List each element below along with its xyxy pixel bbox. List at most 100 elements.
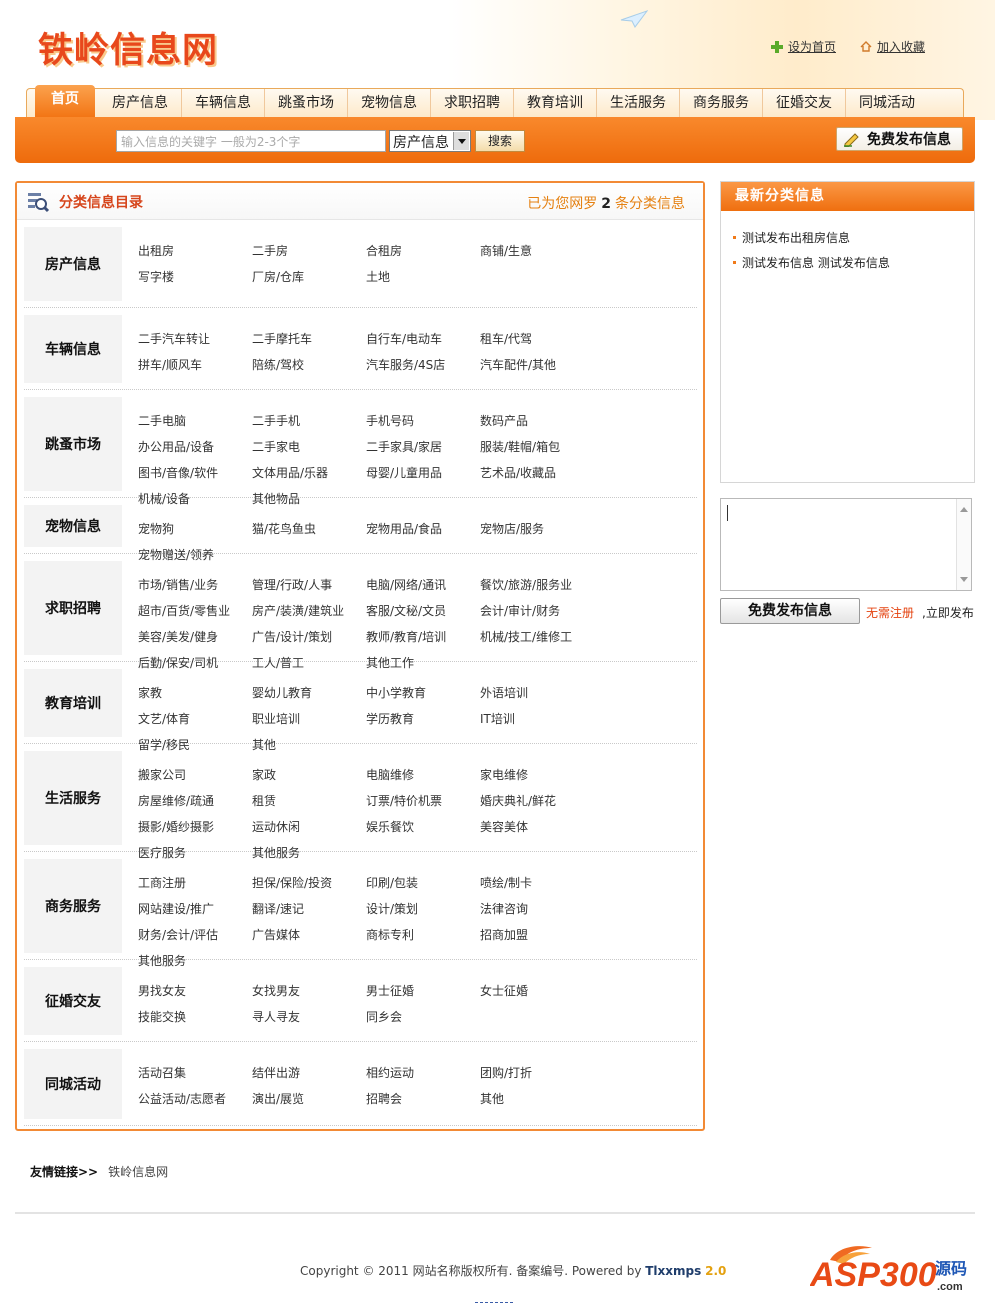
nav-tab-jobs[interactable]: 求职招聘 — [431, 89, 514, 118]
category-link[interactable]: 文艺/体育 — [138, 710, 252, 736]
nav-tab-business[interactable]: 商务服务 — [680, 89, 763, 118]
category-link[interactable]: 招聘会 — [366, 1090, 480, 1116]
category-link[interactable]: 文体用品/乐器 — [252, 464, 366, 490]
category-link[interactable]: 数码产品 — [480, 412, 594, 438]
nav-tab-pet[interactable]: 宠物信息 — [348, 89, 431, 118]
category-link[interactable]: 工商注册 — [138, 874, 252, 900]
category-link[interactable]: 摄影/婚纱摄影 — [138, 818, 252, 844]
category-link[interactable]: 厂房/仓库 — [252, 268, 366, 294]
category-name[interactable]: 求职招聘 — [24, 561, 122, 655]
category-link[interactable]: 商标专利 — [366, 926, 480, 952]
nav-tab-house[interactable]: 房产信息 — [99, 89, 182, 118]
category-link[interactable]: 二手家电 — [252, 438, 366, 464]
category-link[interactable]: 陪练/驾校 — [252, 356, 366, 382]
nav-tab-education[interactable]: 教育培训 — [514, 89, 597, 118]
category-link[interactable]: 演出/展览 — [252, 1090, 366, 1116]
category-link[interactable]: 学历教育 — [366, 710, 480, 736]
category-link[interactable]: IT培训 — [480, 710, 594, 736]
category-link[interactable]: 图书/音像/软件 — [138, 464, 252, 490]
category-link[interactable]: 寻人寻友 — [252, 1008, 366, 1034]
textarea-scrollbar[interactable] — [956, 499, 971, 590]
free-post-button[interactable]: 免费发布信息 — [836, 127, 963, 151]
category-link[interactable]: 宠物店/服务 — [480, 520, 594, 546]
category-link[interactable]: 汽车服务/4S店 — [366, 356, 480, 382]
category-link[interactable]: 超市/百货/零售业 — [138, 602, 252, 628]
category-link[interactable]: 财务/会计/评估 — [138, 926, 252, 952]
powered-by-link[interactable]: Tlxxmps — [645, 1264, 701, 1278]
category-link[interactable]: 汽车配件/其他 — [480, 356, 594, 382]
category-link[interactable]: 结伴出游 — [252, 1064, 366, 1090]
category-link[interactable]: 印刷/包装 — [366, 874, 480, 900]
category-link[interactable]: 办公用品/设备 — [138, 438, 252, 464]
category-link[interactable]: 职业培训 — [252, 710, 366, 736]
category-link[interactable]: 团购/打折 — [480, 1064, 594, 1090]
category-link[interactable]: 拼车/顺风车 — [138, 356, 252, 382]
category-name[interactable]: 跳蚤市场 — [24, 397, 122, 491]
latest-info-item[interactable]: 测试发布信息 测试发布信息 — [733, 250, 974, 275]
category-link[interactable]: 网站建设/推广 — [138, 900, 252, 926]
category-link[interactable]: 教师/教育/培训 — [366, 628, 480, 654]
nav-tab-vehicle[interactable]: 车辆信息 — [182, 89, 265, 118]
latest-info-item[interactable]: 测试发布出租房信息 — [733, 225, 974, 250]
category-link[interactable]: 订票/特价机票 — [366, 792, 480, 818]
category-link[interactable]: 法律咨询 — [480, 900, 594, 926]
category-link[interactable]: 搬家公司 — [138, 766, 252, 792]
footer-stats-link[interactable] — [475, 1302, 513, 1303]
category-link[interactable]: 婚庆典礼/鲜花 — [480, 792, 594, 818]
category-link[interactable]: 出租房 — [138, 242, 252, 268]
category-link[interactable]: 二手摩托车 — [252, 330, 366, 356]
search-category-select[interactable]: 房产信息 — [389, 130, 471, 152]
category-link[interactable]: 管理/行政/人事 — [252, 576, 366, 602]
category-link[interactable]: 二手房 — [252, 242, 366, 268]
nav-tab-home[interactable]: 首页 — [35, 85, 95, 118]
category-link[interactable]: 二手手机 — [252, 412, 366, 438]
category-link[interactable]: 服装/鞋帽/箱包 — [480, 438, 594, 464]
scroll-up-icon[interactable] — [960, 503, 968, 512]
category-link[interactable]: 娱乐餐饮 — [366, 818, 480, 844]
category-link[interactable]: 租车/代驾 — [480, 330, 594, 356]
category-link[interactable]: 活动召集 — [138, 1064, 252, 1090]
friend-link[interactable]: 铁岭信息网 — [108, 1163, 168, 1180]
category-link[interactable]: 外语培训 — [480, 684, 594, 710]
category-link[interactable]: 公益活动/志愿者 — [138, 1090, 252, 1116]
category-link[interactable]: 商铺/生意 — [480, 242, 594, 268]
category-link[interactable]: 客服/文秘/文员 — [366, 602, 480, 628]
nav-tab-flea-market[interactable]: 跳蚤市场 — [265, 89, 348, 118]
quick-post-textarea[interactable] — [720, 498, 972, 591]
category-link[interactable]: 同乡会 — [366, 1008, 480, 1034]
category-link[interactable]: 家教 — [138, 684, 252, 710]
category-link[interactable]: 二手家具/家居 — [366, 438, 480, 464]
category-link[interactable]: 美容/美发/健身 — [138, 628, 252, 654]
category-link[interactable]: 合租房 — [366, 242, 480, 268]
category-link[interactable]: 自行车/电动车 — [366, 330, 480, 356]
category-link[interactable]: 相约运动 — [366, 1064, 480, 1090]
category-link[interactable]: 租赁 — [252, 792, 366, 818]
add-favorite-link[interactable]: 加入收藏 — [860, 38, 925, 55]
quick-post-button[interactable]: 免费发布信息 — [720, 598, 860, 624]
category-link[interactable]: 土地 — [366, 268, 480, 294]
category-link[interactable]: 中小学教育 — [366, 684, 480, 710]
category-name[interactable]: 同城活动 — [24, 1049, 122, 1119]
category-link[interactable]: 房产/装潢/建筑业 — [252, 602, 366, 628]
category-link[interactable]: 电脑维修 — [366, 766, 480, 792]
site-logo[interactable]: 铁岭信息网 — [38, 22, 218, 73]
asp300-logo[interactable]: ASP300 源码 .com — [810, 1242, 972, 1296]
category-link[interactable]: 电脑/网络/通讯 — [366, 576, 480, 602]
category-link[interactable]: 翻译/速记 — [252, 900, 366, 926]
category-name[interactable]: 房产信息 — [24, 227, 122, 301]
category-name[interactable]: 教育培训 — [24, 669, 122, 737]
category-link[interactable]: 广告媒体 — [252, 926, 366, 952]
category-link[interactable]: 设计/策划 — [366, 900, 480, 926]
category-name[interactable]: 商务服务 — [24, 859, 122, 953]
category-link[interactable]: 担保/保险/投资 — [252, 874, 366, 900]
category-name[interactable]: 征婚交友 — [24, 967, 122, 1035]
category-link[interactable]: 机械/技工/维修工 — [480, 628, 594, 654]
category-link[interactable]: 喷绘/制卡 — [480, 874, 594, 900]
nav-tab-life-service[interactable]: 生活服务 — [597, 89, 680, 118]
category-link[interactable]: 男找女友 — [138, 982, 252, 1008]
category-link[interactable]: 会计/审计/财务 — [480, 602, 594, 628]
category-link[interactable]: 房屋维修/疏通 — [138, 792, 252, 818]
category-link[interactable]: 市场/销售/业务 — [138, 576, 252, 602]
category-link[interactable]: 二手电脑 — [138, 412, 252, 438]
set-home-link[interactable]: 设为首页 — [770, 38, 836, 55]
